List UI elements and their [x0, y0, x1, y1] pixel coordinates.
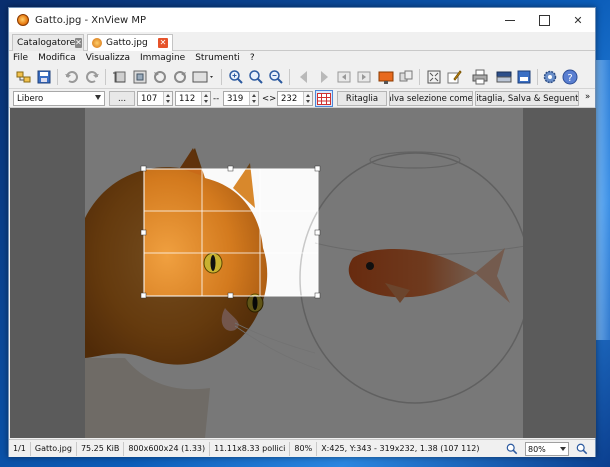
range-separator: -- — [213, 94, 220, 104]
tab-catalogatore[interactable]: Catalogatore ✕ — [12, 34, 84, 51]
maximize-button[interactable] — [527, 8, 561, 32]
crop-width-value: 319 — [227, 93, 244, 104]
photo-canvas — [85, 108, 523, 438]
toolbar-overflow-icon[interactable]: » — [585, 92, 590, 102]
status-bar: 1/1 Gatto.jpg 75.25 KiB 800x600x24 (1.33… — [9, 439, 595, 457]
status-dimensions: 800x600x24 (1.33) — [124, 441, 211, 456]
crop-width-field[interactable]: 319 — [223, 91, 259, 106]
zoom-select-value: 80% — [528, 444, 546, 454]
resize-icon[interactable] — [131, 68, 149, 86]
grid-toggle-icon[interactable] — [315, 90, 333, 107]
print-icon[interactable] — [471, 68, 489, 86]
crop-x-value: 107 — [141, 93, 158, 104]
scanner-icon[interactable] — [495, 68, 513, 86]
aspect-ratio-select[interactable]: Libero — [13, 91, 105, 106]
save-icon[interactable] — [35, 68, 53, 86]
status-filename: Gatto.jpg — [31, 441, 77, 456]
browse-icon[interactable] — [15, 68, 33, 86]
rotate-right-icon[interactable] — [171, 68, 189, 86]
menu-visualizza[interactable]: Visualizza — [86, 53, 130, 63]
close-window-button[interactable]: ✕ — [561, 8, 595, 32]
tab-label: Catalogatore — [17, 38, 76, 48]
crop-height-value: 232 — [281, 93, 298, 104]
image-viewer[interactable] — [10, 108, 596, 438]
aspect-ratio-value: Libero — [17, 93, 44, 104]
save-selection-button[interactable]: Salva selezione come... — [389, 91, 473, 106]
tab-gatto-jpg[interactable]: Gatto.jpg ✕ — [87, 34, 173, 51]
first-icon[interactable] — [335, 68, 353, 86]
status-print-size: 11.11x8.33 pollici — [210, 441, 291, 456]
chevron-down-icon — [560, 447, 566, 451]
compare-icon[interactable] — [397, 68, 415, 86]
status-filesize: 75.25 KiB — [77, 441, 125, 456]
crop-x-field[interactable]: 107 — [137, 91, 173, 106]
menu-modifica[interactable]: Modifica — [38, 53, 76, 63]
xnview-app-icon — [17, 14, 29, 26]
menu-bar: File Modifica Visualizza Immagine Strume… — [9, 51, 595, 65]
menu-file[interactable]: File — [13, 53, 28, 63]
zoom-fit-icon[interactable] — [247, 68, 265, 86]
edit-icon[interactable] — [445, 68, 463, 86]
previous-icon[interactable] — [295, 68, 313, 86]
crop-y-field[interactable]: 112 — [175, 91, 211, 106]
app-window: Gatto.jpg - XnView MP ✕ Catalogatore ✕ G… — [8, 7, 596, 457]
next-icon[interactable] — [315, 68, 333, 86]
crop-y-value: 112 — [179, 93, 196, 104]
window-title: Gatto.jpg - XnView MP — [35, 14, 147, 26]
close-tab-icon[interactable]: ✕ — [75, 38, 82, 48]
minimize-button[interactable] — [493, 8, 527, 32]
image-tab-icon — [92, 38, 102, 48]
menu-strumenti[interactable]: Strumenti — [195, 53, 240, 63]
settings-icon[interactable] — [541, 68, 559, 86]
status-selection-info: X:425, Y:343 - 319x232, 1.38 (107 112) — [321, 444, 480, 453]
last-icon[interactable] — [355, 68, 373, 86]
status-zoom: 80% — [290, 441, 318, 456]
main-toolbar: ? — [9, 65, 595, 89]
wallpaper-icon[interactable] — [377, 68, 395, 86]
help-icon[interactable]: ? — [561, 68, 579, 86]
spin-arrows-icon[interactable] — [201, 92, 210, 105]
zoom-in-icon[interactable] — [227, 68, 245, 86]
undo-icon[interactable] — [63, 68, 81, 86]
batch-icon[interactable] — [515, 68, 533, 86]
title-bar: Gatto.jpg - XnView MP ✕ — [9, 8, 595, 32]
status-index: 1/1 — [9, 441, 31, 456]
crop-options-bar: Libero ... 107 112 -- 319 <> 232 Ritagli… — [9, 89, 595, 108]
swap-dimensions-label[interactable]: <> — [262, 94, 276, 104]
fullscreen-icon[interactable] — [425, 68, 443, 86]
zoom-out-icon[interactable] — [575, 442, 589, 456]
slideshow-icon[interactable] — [191, 68, 217, 86]
menu-immagine[interactable]: Immagine — [140, 53, 185, 63]
zoom-select[interactable]: 80% — [525, 442, 569, 456]
crop-height-field[interactable]: 232 — [277, 91, 313, 106]
tab-label: Gatto.jpg — [106, 38, 148, 48]
menu-help[interactable]: ? — [250, 53, 255, 63]
redo-icon[interactable] — [83, 68, 101, 86]
rotate-left-icon[interactable] — [151, 68, 169, 86]
close-tab-icon[interactable]: ✕ — [158, 38, 168, 48]
zoom-out-icon[interactable] — [267, 68, 285, 86]
ratio-options-button[interactable]: ... — [109, 91, 135, 106]
svg-text:?: ? — [567, 73, 572, 84]
crop-button[interactable]: Ritaglia — [337, 91, 387, 106]
spin-arrows-icon[interactable] — [163, 92, 172, 105]
spin-arrows-icon[interactable] — [249, 92, 258, 105]
chevron-down-icon — [95, 95, 101, 100]
tab-bar: Catalogatore ✕ Gatto.jpg ✕ — [9, 32, 595, 51]
spin-arrows-icon[interactable] — [303, 92, 312, 105]
crop-icon[interactable] — [111, 68, 129, 86]
crop-save-next-button[interactable]: Ritaglia, Salva & Seguente — [475, 91, 579, 106]
zoom-in-icon[interactable] — [505, 442, 519, 456]
